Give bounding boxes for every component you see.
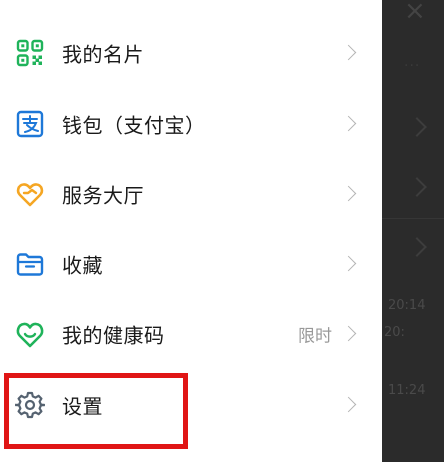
limited-time-badge: 限时 [298, 326, 332, 347]
menu-item-health-code[interactable]: 我的健康码 限时 [0, 299, 382, 369]
chevron-right-icon [340, 255, 357, 272]
chevron-right-icon [340, 115, 357, 132]
timestamp: 20: [384, 325, 405, 340]
more-dots-icon: ··· [404, 58, 421, 74]
menu-item-label: 收藏 [62, 253, 103, 278]
qr-code-icon [15, 38, 45, 68]
chevron-right-icon [340, 396, 357, 413]
alipay-icon [15, 109, 45, 139]
dimmed-background-app[interactable]: × ··· 20:14 20: 11:24 [382, 0, 444, 462]
screen: × ··· 20:14 20: 11:24 我的名片 钱包（支付宝） 服务大厅 … [0, 0, 444, 462]
menu-item-label: 服务大厅 [62, 183, 144, 208]
close-icon: × [404, 0, 426, 26]
heart-hands-icon [15, 179, 45, 209]
chevron-right-icon [340, 185, 357, 202]
chevron-right-icon [407, 117, 427, 137]
menu-item-favorites[interactable]: 收藏 [0, 229, 382, 299]
health-code-icon [15, 319, 45, 349]
menu-item-business-card[interactable]: 我的名片 [0, 18, 382, 88]
chevron-right-icon [340, 44, 357, 61]
timestamp: 11:24 [388, 383, 426, 398]
menu-item-label: 我的名片 [62, 42, 144, 67]
chevron-right-icon [407, 237, 427, 257]
menu-item-settings[interactable]: 设置 [0, 370, 382, 440]
menu-item-label: 设置 [62, 394, 103, 419]
chevron-right-icon [407, 177, 427, 197]
folder-icon [15, 249, 45, 279]
gear-icon [15, 390, 45, 420]
side-drawer-menu: 我的名片 钱包（支付宝） 服务大厅 收藏 我的健康码 限时 设置 [0, 0, 382, 462]
menu-item-label: 钱包（支付宝） [62, 113, 206, 138]
chevron-right-icon [340, 325, 357, 342]
divider [382, 218, 444, 219]
timestamp: 20:14 [388, 298, 426, 313]
menu-item-label: 我的健康码 [62, 323, 165, 348]
menu-item-wallet[interactable]: 钱包（支付宝） [0, 89, 382, 159]
menu-item-service-hall[interactable]: 服务大厅 [0, 159, 382, 229]
